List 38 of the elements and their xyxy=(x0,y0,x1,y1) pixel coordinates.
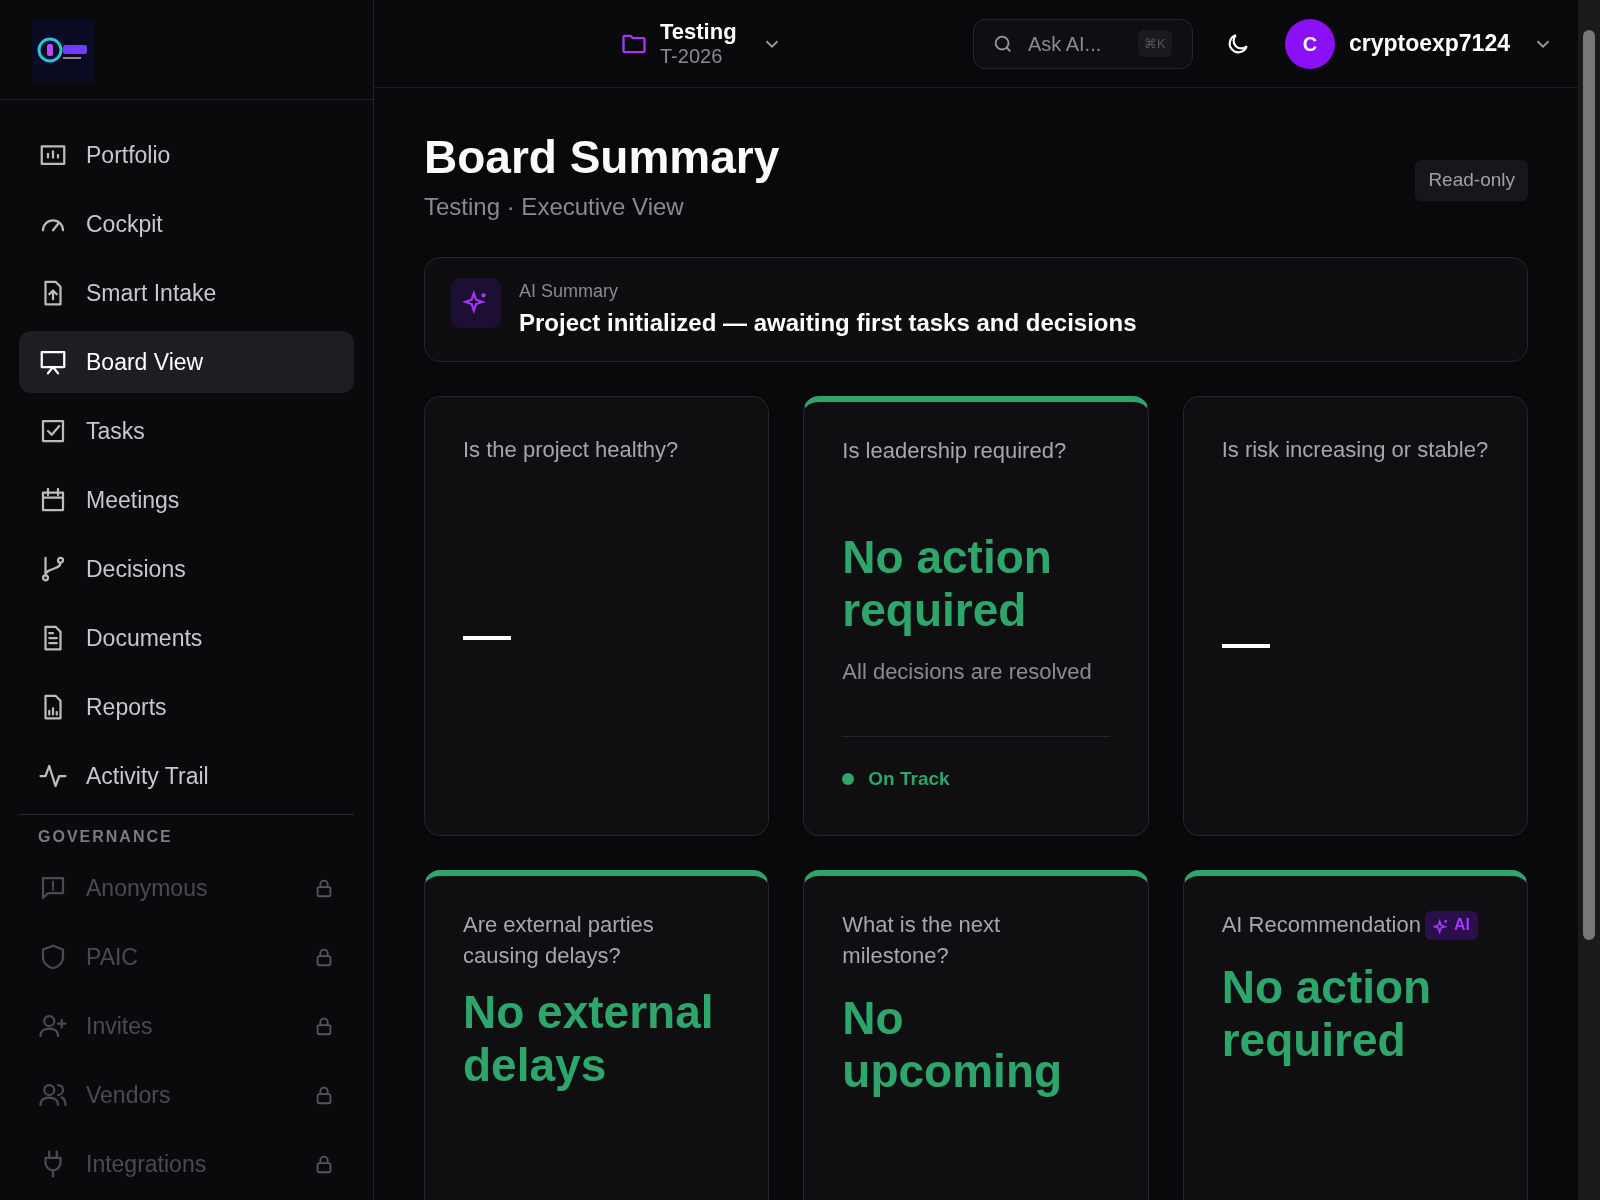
sidebar-item[interactable]: Activity Trail xyxy=(19,745,354,807)
card-answer: No action required xyxy=(1221,961,1433,1067)
sidebar-item[interactable]: Portfolio xyxy=(19,124,354,186)
card-question: What is the next milestone? xyxy=(842,911,1002,970)
card-question: Are external parties causing delays? xyxy=(463,911,655,970)
empty-dash xyxy=(1221,644,1270,648)
shortcut-hint: ⌘K xyxy=(1137,29,1172,58)
ai-summary-label: AI Summary xyxy=(519,280,620,304)
sparkle-icon xyxy=(1433,917,1449,934)
sparkle-icon xyxy=(451,278,501,329)
status-label: On Track xyxy=(868,766,950,791)
section-title: GOVERNANCE xyxy=(37,827,174,847)
card-question: Is risk increasing or stable? xyxy=(1221,436,1489,465)
card-answer: No upcoming xyxy=(842,991,1064,1098)
card-question: Is leadership required? xyxy=(842,437,1067,466)
sidebar-item[interactable]: Smart Intake xyxy=(19,262,354,324)
ai-tag: AI xyxy=(1425,911,1478,940)
card-detail: All decisions are resolved xyxy=(842,657,1093,686)
card-answer: No action required xyxy=(842,531,1053,637)
read-only-tag: Read-only xyxy=(1415,160,1528,201)
search-input[interactable]: Ask AI... xyxy=(1025,27,1126,60)
sidebar-item[interactable]: Cockpit xyxy=(19,193,354,255)
sidebar-item[interactable]: Meetings xyxy=(19,469,354,531)
page-title: Board Summary xyxy=(424,130,780,185)
sidebar-item[interactable]: Board View xyxy=(19,331,354,393)
page-subtitle: Testing · Executive View xyxy=(424,192,685,223)
sidebar-item[interactable]: Decisions xyxy=(19,538,354,600)
sidebar-item[interactable]: Tasks xyxy=(19,400,354,462)
sidebar-item[interactable]: Documents xyxy=(19,607,354,669)
empty-dash xyxy=(463,636,511,640)
card-question: Is the project healthy? xyxy=(463,436,679,465)
ai-summary-text: Project initialized — awaiting first tasks and decisions xyxy=(519,308,1137,339)
scrollbar[interactable] xyxy=(1578,0,1600,1200)
sidebar-item[interactable]: Reports xyxy=(19,676,354,738)
card-answer: No external delays xyxy=(463,985,715,1092)
project-selector[interactable]: Testing T-2026 xyxy=(614,19,789,68)
user-menu[interactable]: C cryptoexp7124 xyxy=(1278,17,1560,70)
card-question: AI Recommendation xyxy=(1221,911,1421,940)
